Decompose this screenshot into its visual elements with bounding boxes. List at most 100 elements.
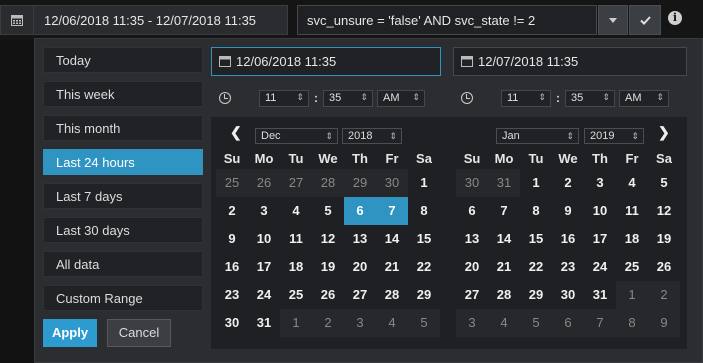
day-cell-outside-month[interactable]: 2 — [648, 281, 680, 309]
end-ampm-select[interactable]: AM — [619, 89, 669, 107]
end-date-input[interactable]: 12/07/2018 11:35 — [453, 47, 687, 76]
day-cell[interactable]: 30 — [552, 281, 584, 309]
day-cell[interactable]: 6 — [456, 197, 488, 225]
day-cell[interactable]: 22 — [408, 253, 440, 281]
day-cell[interactable]: 16 — [216, 253, 248, 281]
range-this-month[interactable]: This month — [43, 115, 203, 141]
day-cell[interactable]: 15 — [520, 225, 552, 253]
day-cell[interactable]: 14 — [488, 225, 520, 253]
day-cell[interactable]: 4 — [616, 169, 648, 197]
day-cell-outside-month[interactable]: 26 — [248, 169, 280, 197]
day-cell[interactable]: 1 — [408, 169, 440, 197]
day-cell-outside-month[interactable]: 2 — [312, 309, 344, 337]
day-cell[interactable]: 28 — [488, 281, 520, 309]
day-cell[interactable]: 7 — [488, 197, 520, 225]
day-cell[interactable]: 11 — [280, 225, 312, 253]
day-cell[interactable]: 8 — [520, 197, 552, 225]
day-cell[interactable]: 18 — [616, 225, 648, 253]
day-cell-outside-month[interactable]: 25 — [216, 169, 248, 197]
day-cell[interactable]: 5 — [312, 197, 344, 225]
right-month-select[interactable]: Jan — [496, 128, 579, 144]
day-cell[interactable]: 23 — [552, 253, 584, 281]
day-cell[interactable]: 15 — [408, 225, 440, 253]
day-cell[interactable]: 25 — [616, 253, 648, 281]
day-cell[interactable]: 28 — [376, 281, 408, 309]
day-cell[interactable]: 24 — [248, 281, 280, 309]
start-date-input[interactable]: 12/06/2018 11:35 — [211, 47, 441, 76]
day-cell-outside-month[interactable]: 1 — [280, 309, 312, 337]
day-cell[interactable]: 13 — [344, 225, 376, 253]
start-hour-select[interactable]: 11 — [259, 89, 309, 107]
day-cell[interactable]: 18 — [280, 253, 312, 281]
day-cell[interactable]: 25 — [280, 281, 312, 309]
day-cell[interactable]: 24 — [584, 253, 616, 281]
day-cell-outside-month[interactable]: 5 — [520, 309, 552, 337]
day-cell[interactable]: 9 — [216, 225, 248, 253]
day-cell[interactable]: 26 — [648, 253, 680, 281]
day-cell[interactable]: 8 — [408, 197, 440, 225]
day-cell-selected[interactable]: 7 — [376, 197, 408, 225]
day-cell[interactable]: 3 — [248, 197, 280, 225]
left-year-select[interactable]: 2018 — [342, 128, 402, 144]
day-cell[interactable]: 12 — [312, 225, 344, 253]
day-cell[interactable]: 17 — [584, 225, 616, 253]
calendar-toggle-button[interactable] — [0, 5, 34, 35]
apply-query-button[interactable] — [629, 5, 661, 35]
day-cell[interactable]: 21 — [376, 253, 408, 281]
day-cell-outside-month[interactable]: 5 — [408, 309, 440, 337]
day-cell-outside-month[interactable]: 27 — [280, 169, 312, 197]
day-cell-outside-month[interactable]: 1 — [616, 281, 648, 309]
date-range-input[interactable]: 12/06/2018 11:35 - 12/07/2018 11:35 — [33, 5, 288, 35]
day-cell-outside-month[interactable]: 9 — [648, 309, 680, 337]
chevron-left-icon[interactable]: ❮ — [230, 124, 242, 141]
day-cell[interactable]: 11 — [616, 197, 648, 225]
day-cell[interactable]: 14 — [376, 225, 408, 253]
day-cell-outside-month[interactable]: 31 — [488, 169, 520, 197]
day-cell-outside-month[interactable]: 30 — [376, 169, 408, 197]
day-cell-outside-month[interactable]: 7 — [584, 309, 616, 337]
day-cell[interactable]: 2 — [552, 169, 584, 197]
day-cell[interactable]: 29 — [408, 281, 440, 309]
day-cell-outside-month[interactable]: 4 — [488, 309, 520, 337]
day-cell[interactable]: 21 — [488, 253, 520, 281]
left-month-select[interactable]: Dec — [255, 128, 338, 144]
day-cell-outside-month[interactable]: 8 — [616, 309, 648, 337]
day-cell[interactable]: 20 — [344, 253, 376, 281]
day-cell[interactable]: 1 — [520, 169, 552, 197]
end-hour-select[interactable]: 11 — [501, 89, 551, 107]
day-cell[interactable]: 23 — [216, 281, 248, 309]
day-cell[interactable]: 27 — [344, 281, 376, 309]
day-cell-selected[interactable]: 6 — [344, 197, 376, 225]
day-cell-outside-month[interactable]: 3 — [344, 309, 376, 337]
start-ampm-select[interactable]: AM — [377, 89, 425, 107]
day-cell[interactable]: 10 — [584, 197, 616, 225]
day-cell[interactable]: 4 — [280, 197, 312, 225]
range-last-7-days[interactable]: Last 7 days — [43, 183, 203, 209]
day-cell[interactable]: 12 — [648, 197, 680, 225]
range-custom[interactable]: Custom Range — [43, 285, 203, 311]
day-cell[interactable]: 9 — [552, 197, 584, 225]
day-cell[interactable]: 2 — [216, 197, 248, 225]
day-cell[interactable]: 5 — [648, 169, 680, 197]
query-filter-input[interactable]: svc_unsure = 'false' AND svc_state != 2 — [297, 5, 597, 35]
day-cell[interactable]: 30 — [216, 309, 248, 337]
query-dropdown-button[interactable] — [598, 5, 628, 35]
range-this-week[interactable]: This week — [43, 81, 203, 107]
apply-button[interactable]: Apply — [43, 319, 97, 347]
day-cell-outside-month[interactable]: 6 — [552, 309, 584, 337]
day-cell[interactable]: 10 — [248, 225, 280, 253]
day-cell-outside-month[interactable]: 28 — [312, 169, 344, 197]
day-cell-outside-month[interactable]: 29 — [344, 169, 376, 197]
day-cell[interactable]: 13 — [456, 225, 488, 253]
day-cell[interactable]: 27 — [456, 281, 488, 309]
day-cell[interactable]: 19 — [312, 253, 344, 281]
range-all-data[interactable]: All data — [43, 251, 203, 277]
day-cell[interactable]: 3 — [584, 169, 616, 197]
day-cell[interactable]: 19 — [648, 225, 680, 253]
day-cell[interactable]: 16 — [552, 225, 584, 253]
day-cell-outside-month[interactable]: 30 — [456, 169, 488, 197]
day-cell[interactable]: 26 — [312, 281, 344, 309]
range-last-30-days[interactable]: Last 30 days — [43, 217, 203, 243]
day-cell[interactable]: 17 — [248, 253, 280, 281]
start-minute-select[interactable]: 35 — [323, 89, 373, 107]
